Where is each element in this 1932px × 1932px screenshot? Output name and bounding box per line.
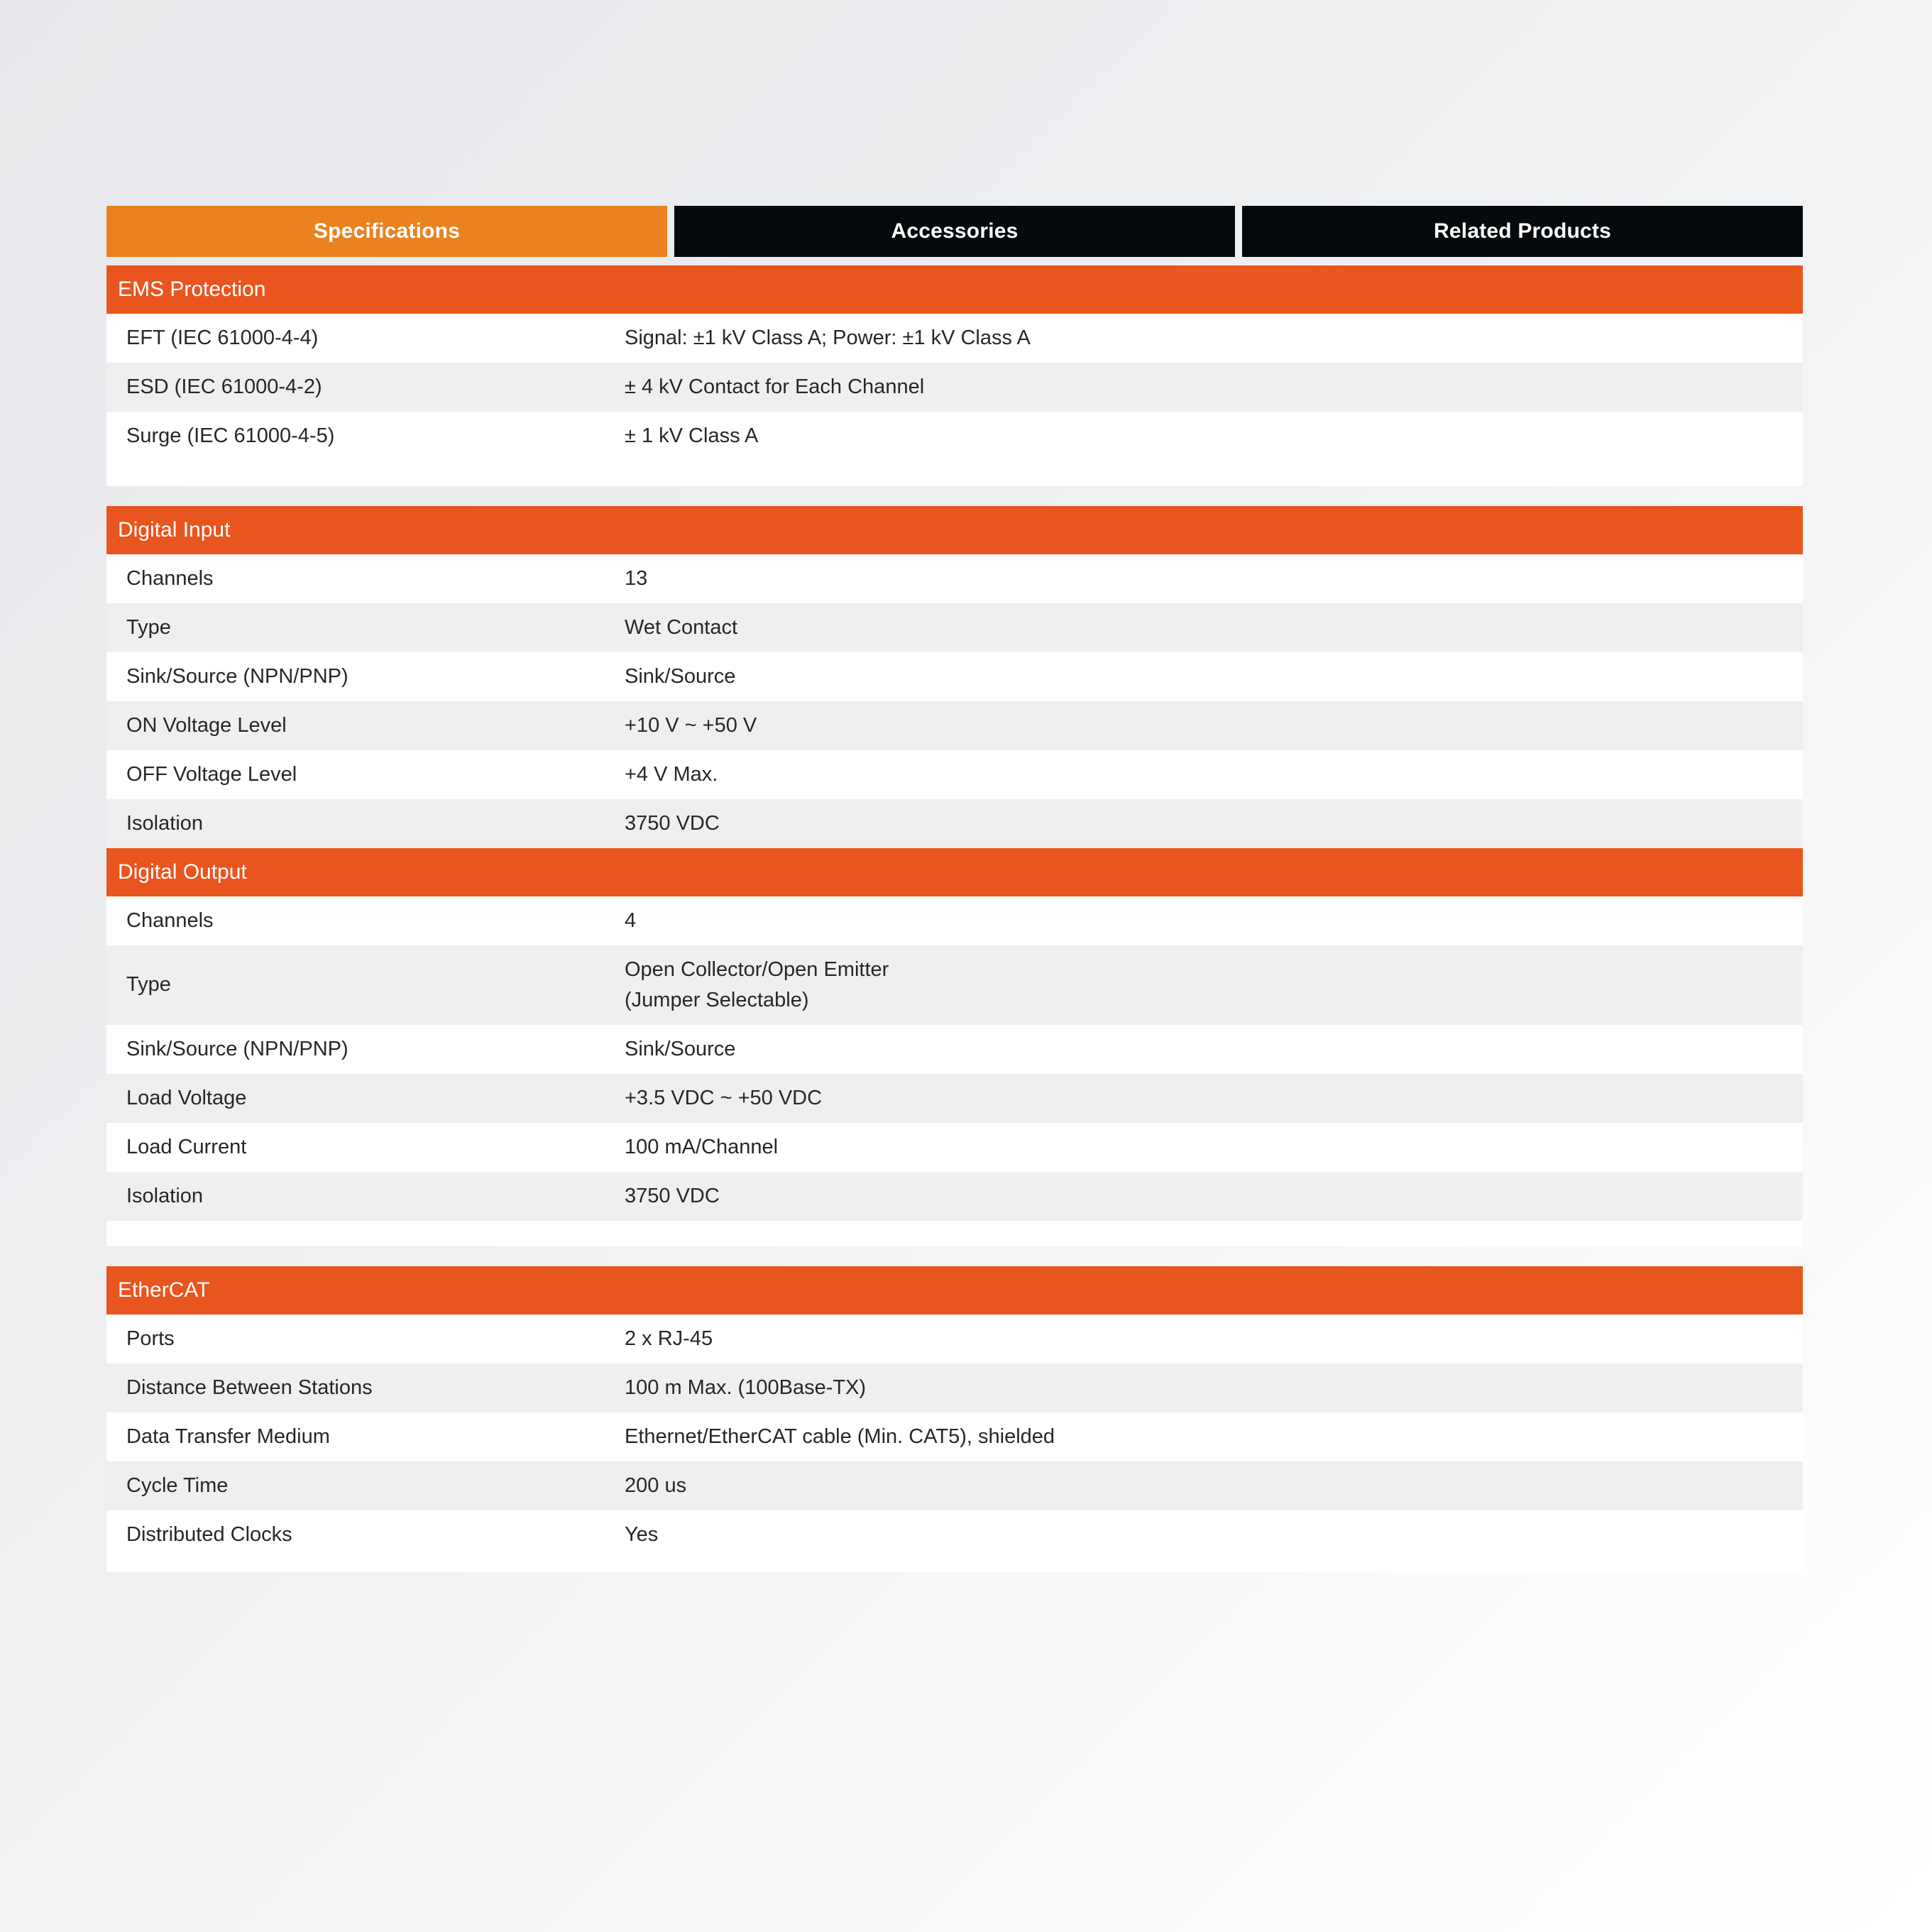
row-label: Load Voltage bbox=[126, 1086, 247, 1109]
row-label: OFF Voltage Level bbox=[126, 762, 297, 786]
row-value: Ethernet/EtherCAT cable (Min. CAT5), shi… bbox=[625, 1425, 1055, 1448]
row-value: Wet Contact bbox=[625, 615, 738, 639]
section-digital-output: Digital Output Channels 4 Type Open Coll… bbox=[106, 848, 1803, 1246]
tab-accessories-label: Accessories bbox=[891, 219, 1019, 243]
row-label: Isolation bbox=[126, 1184, 204, 1207]
table-row: ESD (IEC 61000-4-2) ± 4 kV Contact for E… bbox=[106, 363, 1803, 412]
row-value: +4 V Max. bbox=[625, 762, 718, 786]
row-label: Cycle Time bbox=[126, 1473, 229, 1497]
row-label: ON Voltage Level bbox=[126, 713, 287, 737]
section-title: Digital Output bbox=[118, 860, 247, 884]
section-header-digital-input: Digital Input bbox=[106, 506, 1803, 554]
row-label: Type bbox=[126, 615, 171, 639]
row-label: Data Transfer Medium bbox=[126, 1425, 330, 1448]
row-value: +10 V ~ +50 V bbox=[625, 713, 757, 737]
row-label: Isolation bbox=[126, 811, 204, 835]
row-label: Ports bbox=[126, 1327, 175, 1350]
table-row: Load Voltage +3.5 VDC ~ +50 VDC bbox=[106, 1074, 1803, 1123]
section-rows: Channels 4 Type Open Collector/Open Emit… bbox=[106, 896, 1803, 1246]
row-value: 100 mA/Channel bbox=[625, 1135, 779, 1158]
row-value: 100 m Max. (100Base-TX) bbox=[625, 1376, 867, 1399]
row-label: Distributed Clocks bbox=[126, 1522, 292, 1546]
row-value: +3.5 VDC ~ +50 VDC bbox=[625, 1086, 823, 1109]
tab-accessories[interactable]: Accessories bbox=[674, 206, 1235, 257]
table-row: Sink/Source (NPN/PNP) Sink/Source bbox=[106, 652, 1803, 701]
row-value: 3750 VDC bbox=[625, 811, 720, 835]
table-row: Ports 2 x RJ-45 bbox=[106, 1314, 1803, 1363]
row-value: 4 bbox=[625, 909, 637, 932]
table-row: Cycle Time 200 us bbox=[106, 1461, 1803, 1510]
row-value-line: (Jumper Selectable) bbox=[625, 989, 809, 1011]
row-value-line: Open Collector/Open Emitter bbox=[625, 957, 889, 981]
row-value: ± 4 kV Contact for Each Channel bbox=[625, 375, 925, 398]
section-title: Digital Input bbox=[118, 518, 231, 542]
row-value: Signal: ±1 kV Class A; Power: ±1 kV Clas… bbox=[625, 326, 1031, 349]
row-value: 3750 VDC bbox=[625, 1184, 720, 1207]
tab-related-products[interactable]: Related Products bbox=[1242, 206, 1803, 257]
tab-specifications-label: Specifications bbox=[313, 219, 461, 243]
section-digital-input: Digital Input Channels 13 Type Wet Conta… bbox=[106, 506, 1803, 848]
table-row: Load Current 100 mA/Channel bbox=[106, 1123, 1803, 1172]
row-value: Sink/Source bbox=[625, 664, 736, 688]
row-value: Yes bbox=[625, 1522, 659, 1546]
table-row: Isolation 3750 VDC bbox=[106, 799, 1803, 848]
table-row: Data Transfer Medium Ethernet/EtherCAT c… bbox=[106, 1412, 1803, 1461]
section-title: EMS Protection bbox=[118, 278, 266, 301]
table-row: OFF Voltage Level +4 V Max. bbox=[106, 750, 1803, 799]
table-row: Isolation 3750 VDC bbox=[106, 1172, 1803, 1221]
tab-specifications[interactable]: Specifications bbox=[106, 206, 667, 257]
table-row: ON Voltage Level +10 V ~ +50 V bbox=[106, 701, 1803, 750]
row-label: EFT (IEC 61000-4-4) bbox=[126, 326, 319, 349]
table-row: Surge (IEC 61000-4-5) ± 1 kV Class A bbox=[106, 412, 1803, 461]
table-row: Sink/Source (NPN/PNP) Sink/Source bbox=[106, 1025, 1803, 1074]
section-title: EtherCAT bbox=[118, 1278, 210, 1302]
section-header-ems-protection: EMS Protection bbox=[106, 265, 1803, 314]
table-row: Type Wet Contact bbox=[106, 603, 1803, 652]
row-label: ESD (IEC 61000-4-2) bbox=[126, 375, 322, 398]
row-label: Distance Between Stations bbox=[126, 1376, 373, 1399]
row-value: ± 1 kV Class A bbox=[625, 424, 759, 447]
section-ethercat: EtherCAT Ports 2 x RJ-45 Distance Betwee… bbox=[106, 1266, 1803, 1572]
section-header-digital-output: Digital Output bbox=[106, 848, 1803, 896]
table-row: EFT (IEC 61000-4-4) Signal: ±1 kV Class … bbox=[106, 314, 1803, 363]
table-row: Channels 4 bbox=[106, 896, 1803, 945]
tab-bar: Specifications Accessories Related Produ… bbox=[106, 206, 1803, 257]
tab-related-products-label: Related Products bbox=[1434, 219, 1611, 243]
row-value: 2 x RJ-45 bbox=[625, 1327, 713, 1350]
row-value: 13 bbox=[625, 566, 648, 590]
section-ems-protection: EMS Protection EFT (IEC 61000-4-4) Signa… bbox=[106, 265, 1803, 486]
row-filler bbox=[106, 1221, 1803, 1246]
row-label: Surge (IEC 61000-4-5) bbox=[126, 424, 335, 447]
spec-sheet: Specifications Accessories Related Produ… bbox=[106, 206, 1803, 1572]
row-label: Channels bbox=[126, 566, 214, 590]
section-header-ethercat: EtherCAT bbox=[106, 1266, 1803, 1314]
row-filler bbox=[106, 461, 1803, 486]
table-row: Type Open Collector/Open Emitter (Jumper… bbox=[106, 945, 1803, 1025]
section-rows: Ports 2 x RJ-45 Distance Between Station… bbox=[106, 1314, 1803, 1572]
section-rows: EFT (IEC 61000-4-4) Signal: ±1 kV Class … bbox=[106, 314, 1803, 486]
table-row: Distributed Clocks Yes bbox=[106, 1510, 1803, 1559]
row-label: Channels bbox=[126, 909, 214, 932]
section-rows: Channels 13 Type Wet Contact Sink/Source… bbox=[106, 554, 1803, 848]
row-label: Sink/Source (NPN/PNP) bbox=[126, 1037, 348, 1060]
row-label: Sink/Source (NPN/PNP) bbox=[126, 664, 348, 688]
row-value: Open Collector/Open Emitter (Jumper Sele… bbox=[625, 955, 1803, 1016]
table-row: Channels 13 bbox=[106, 554, 1803, 603]
row-filler bbox=[106, 1559, 1803, 1572]
row-value: Sink/Source bbox=[625, 1037, 736, 1060]
specifications-table: EMS Protection EFT (IEC 61000-4-4) Signa… bbox=[106, 265, 1803, 1572]
row-value: 200 us bbox=[625, 1473, 687, 1497]
row-label: Type bbox=[126, 973, 171, 997]
row-label: Load Current bbox=[126, 1135, 247, 1158]
table-row: Distance Between Stations 100 m Max. (10… bbox=[106, 1363, 1803, 1412]
